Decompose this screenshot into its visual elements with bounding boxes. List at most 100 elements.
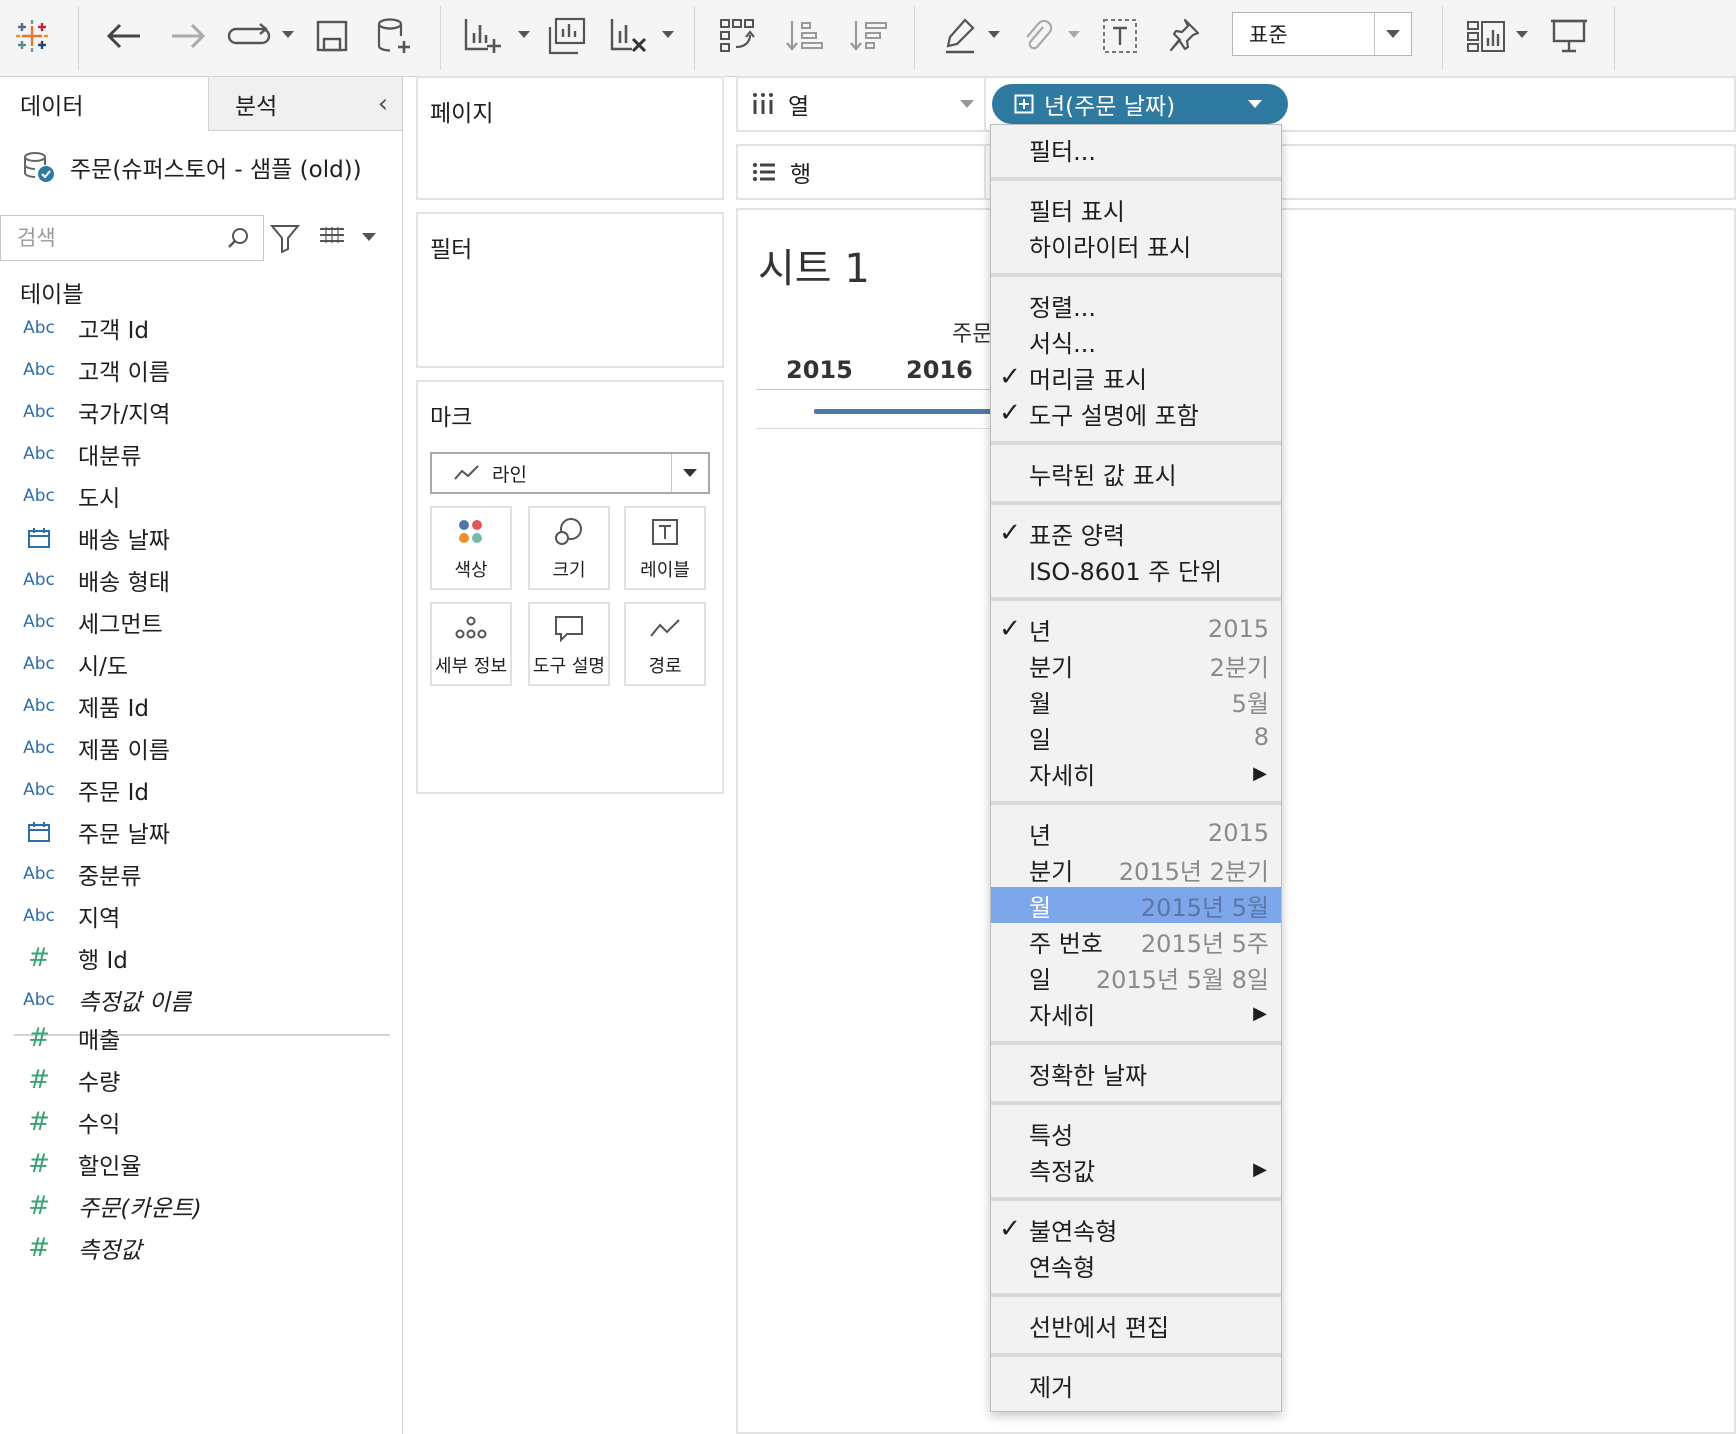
size-mark-button[interactable]: 크기 <box>528 506 610 590</box>
view-dropdown-icon[interactable] <box>362 233 376 241</box>
menu-item[interactable]: ✓ 년 2015 <box>991 611 1281 647</box>
field-item[interactable]: Abc 대분류 <box>0 433 402 475</box>
pill-dropdown-icon[interactable] <box>1248 100 1262 108</box>
pages-shelf[interactable]: 페이지 <box>416 76 724 200</box>
field-item[interactable]: Abc 제품 Id <box>0 685 402 727</box>
line-mark[interactable] <box>814 409 998 414</box>
year-order-date-pill[interactable]: 년(주문 날짜) <box>992 84 1288 124</box>
save-icon[interactable] <box>312 14 352 58</box>
menu-item[interactable]: 누락된 값 표시 <box>991 455 1281 491</box>
replay-icon[interactable] <box>224 14 274 58</box>
filter-fields-icon[interactable] <box>270 223 300 253</box>
field-item[interactable]: Abc 고객 이름 <box>0 349 402 391</box>
fit-mode-select[interactable]: 표준 <box>1232 12 1412 56</box>
search-icon[interactable] <box>227 226 251 250</box>
menu-item[interactable]: 서식... <box>991 323 1281 359</box>
menu-item[interactable]: 월 5월 <box>991 683 1281 719</box>
field-item[interactable]: # 행 Id <box>0 937 402 979</box>
menu-item[interactable]: 일8 <box>991 719 1281 755</box>
color-mark-button[interactable]: 색상 <box>430 506 512 590</box>
menu-item[interactable]: 특성 <box>991 1115 1281 1151</box>
year-header-2016[interactable]: 2016 <box>906 356 973 384</box>
menu-item[interactable]: 연속형 <box>991 1247 1281 1283</box>
clear-sheet-icon[interactable] <box>608 14 650 58</box>
menu-item[interactable]: 자세히 ▶ <box>991 755 1281 791</box>
field-item[interactable]: Abc 고객 Id <box>0 307 402 349</box>
menu-item[interactable]: 정확한 날짜 <box>991 1055 1281 1091</box>
menu-item[interactable]: 제거 <box>991 1367 1281 1403</box>
clear-sheet-dropdown-icon[interactable] <box>662 31 674 38</box>
search-field[interactable] <box>0 215 264 261</box>
duplicate-sheet-icon[interactable] <box>546 14 588 58</box>
menu-item[interactable]: 년 2015 <box>991 815 1281 851</box>
plus-box-icon[interactable] <box>1014 94 1034 114</box>
menu-item[interactable]: 분기 2015년 2분기 <box>991 851 1281 887</box>
show-labels-icon[interactable] <box>1100 14 1140 58</box>
highlight-dropdown-icon[interactable] <box>988 31 1000 38</box>
menu-item[interactable]: ISO-8601 주 단위 <box>991 551 1281 587</box>
year-header-2015[interactable]: 2015 <box>786 356 853 384</box>
field-item[interactable]: 주문 날짜 <box>0 811 402 853</box>
menu-item[interactable]: ✓ 불연속형 <box>991 1211 1281 1247</box>
mark-type-select[interactable]: 라인 <box>430 452 710 494</box>
menu-item[interactable]: 필터... <box>991 131 1281 167</box>
new-datasource-icon[interactable] <box>374 14 414 58</box>
swap-rows-columns-icon[interactable] <box>716 14 760 58</box>
field-item[interactable]: Abc 세그먼트 <box>0 601 402 643</box>
menu-item[interactable]: ✓ 도구 설명에 포함 <box>991 395 1281 431</box>
tooltip-mark-button[interactable]: 도구 설명 <box>528 602 610 686</box>
datasource[interactable]: 주문(슈퍼스토어 - 샘플 (old)) <box>22 145 362 189</box>
field-item[interactable]: Abc 국가/지역 <box>0 391 402 433</box>
field-item[interactable]: # 매출 <box>0 1017 402 1059</box>
search-input[interactable] <box>1 225 219 251</box>
field-item[interactable]: Abc 측정값 이름 <box>0 979 402 1021</box>
menu-item[interactable]: 일 2015년 5월 8일 <box>991 959 1281 995</box>
field-item[interactable]: Abc 주문 Id <box>0 769 402 811</box>
tableau-logo-icon[interactable] <box>12 14 52 58</box>
new-worksheet-icon[interactable] <box>462 14 504 58</box>
label-mark-button[interactable]: 레이블 <box>624 506 706 590</box>
menu-item[interactable]: 필터 표시 <box>991 191 1281 227</box>
menu-item[interactable]: 월 2015년 5월 <box>991 887 1281 923</box>
menu-item[interactable]: 자세히 ▶ <box>991 995 1281 1031</box>
new-worksheet-dropdown-icon[interactable] <box>518 31 530 38</box>
field-item[interactable]: Abc 배송 형태 <box>0 559 402 601</box>
highlight-pen-icon[interactable] <box>940 14 980 58</box>
menu-item[interactable]: 분기 2분기 <box>991 647 1281 683</box>
collapse-pane-icon[interactable]: ‹ <box>368 87 398 121</box>
replay-dropdown-icon[interactable] <box>282 31 294 38</box>
fix-axes-pin-icon[interactable] <box>1164 14 1204 58</box>
sort-ascending-icon[interactable] <box>782 14 826 58</box>
columns-shelf-dropdown-icon[interactable] <box>960 100 974 108</box>
field-item[interactable]: Abc 제품 이름 <box>0 727 402 769</box>
menu-item[interactable]: 주 번호 2015년 5주 <box>991 923 1281 959</box>
tab-data[interactable]: 데이터 <box>0 77 208 131</box>
field-item[interactable]: # 수익 <box>0 1101 402 1143</box>
detail-mark-button[interactable]: 세부 정보 <box>430 602 512 686</box>
undo-icon[interactable] <box>100 14 148 58</box>
menu-item[interactable]: 측정값 ▶ <box>991 1151 1281 1187</box>
group-dropdown-icon[interactable] <box>1068 31 1080 38</box>
menu-item[interactable]: 하이라이터 표시 <box>991 227 1281 263</box>
chevron-down-icon[interactable] <box>1374 13 1411 55</box>
field-item[interactable]: Abc 시/도 <box>0 643 402 685</box>
path-mark-button[interactable]: 경로 <box>624 602 706 686</box>
field-item[interactable]: # 할인율 <box>0 1143 402 1185</box>
field-item[interactable]: # 주문(카운트) <box>0 1185 402 1227</box>
group-members-icon[interactable] <box>1018 14 1058 58</box>
show-cards-icon[interactable] <box>1464 14 1508 58</box>
menu-item[interactable]: 정렬... <box>991 287 1281 323</box>
redo-icon[interactable] <box>164 14 212 58</box>
sort-descending-icon[interactable] <box>846 14 890 58</box>
show-cards-dropdown-icon[interactable] <box>1516 31 1528 38</box>
filters-shelf[interactable]: 필터 <box>416 212 724 368</box>
presentation-mode-icon[interactable] <box>1546 14 1592 58</box>
field-item[interactable]: Abc 도시 <box>0 475 402 517</box>
field-item[interactable]: Abc 중분류 <box>0 853 402 895</box>
menu-item[interactable]: ✓ 머리글 표시 <box>991 359 1281 395</box>
field-item[interactable]: # 측정값 <box>0 1227 402 1269</box>
field-item[interactable]: # 수량 <box>0 1059 402 1101</box>
field-item[interactable]: 배송 날짜 <box>0 517 402 559</box>
view-list-icon[interactable] <box>318 225 346 251</box>
field-item[interactable]: Abc 지역 <box>0 895 402 937</box>
